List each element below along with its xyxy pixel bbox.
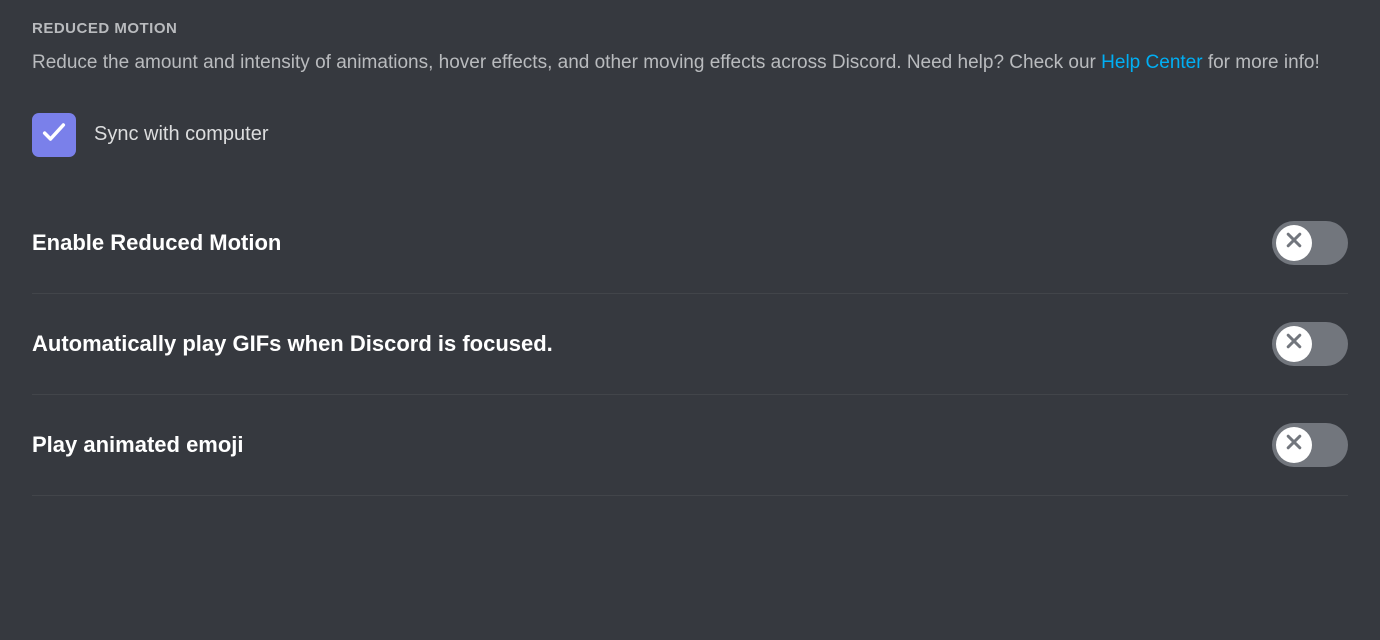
toggle-knob <box>1276 427 1312 463</box>
check-icon <box>40 118 68 151</box>
setting-row-play-animated-emoji: Play animated emoji <box>32 395 1348 496</box>
sync-checkbox-label: Sync with computer <box>94 123 269 146</box>
help-center-link[interactable]: Help Center <box>1101 52 1202 73</box>
description-text-post: for more info! <box>1203 52 1320 73</box>
x-icon <box>1284 230 1304 255</box>
toggle-enable-reduced-motion[interactable] <box>1272 221 1348 265</box>
x-icon <box>1284 331 1304 356</box>
toggle-play-animated-emoji[interactable] <box>1272 423 1348 467</box>
sync-checkbox-row: Sync with computer <box>32 113 1348 157</box>
section-description: Reduce the amount and intensity of anima… <box>32 49 1332 77</box>
sync-checkbox[interactable] <box>32 113 76 157</box>
toggle-autoplay-gifs[interactable] <box>1272 322 1348 366</box>
toggle-knob <box>1276 225 1312 261</box>
setting-label: Automatically play GIFs when Discord is … <box>32 331 553 357</box>
setting-label: Enable Reduced Motion <box>32 230 281 256</box>
setting-row-autoplay-gifs: Automatically play GIFs when Discord is … <box>32 294 1348 395</box>
section-header: REDUCED MOTION <box>32 20 1348 37</box>
x-icon <box>1284 432 1304 457</box>
description-text-pre: Reduce the amount and intensity of anima… <box>32 52 1101 73</box>
toggle-knob <box>1276 326 1312 362</box>
setting-label: Play animated emoji <box>32 432 244 458</box>
setting-row-enable-reduced-motion: Enable Reduced Motion <box>32 193 1348 294</box>
